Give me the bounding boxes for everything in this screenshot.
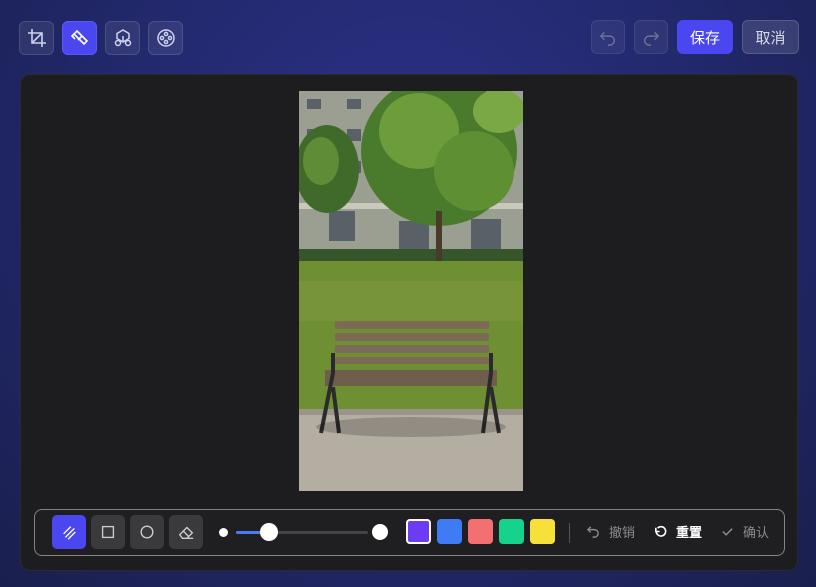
confirm-label: 确认 — [743, 526, 770, 541]
editor-toolbar — [19, 21, 183, 55]
color-swatch-3[interactable] — [468, 519, 493, 544]
save-button[interactable]: 保存 — [677, 20, 733, 54]
cancel-button[interactable]: 取消 — [742, 20, 799, 54]
color-swatch-5[interactable] — [530, 519, 555, 544]
color-swatch-1[interactable] — [406, 519, 431, 544]
draw-undo-button[interactable]: 撤销 — [586, 522, 635, 541]
brush-size-slider-thumb[interactable] — [260, 523, 278, 541]
header-actions: 保存 取消 — [591, 20, 799, 54]
draw-undo-label: 撤销 — [609, 526, 636, 541]
brush-tool-button[interactable] — [62, 21, 97, 55]
brush-size-max-indicator — [372, 524, 388, 540]
color-palette — [406, 519, 555, 544]
pen-tool-button[interactable] — [52, 515, 86, 549]
circle-tool-button[interactable] — [130, 515, 164, 549]
circle-icon — [140, 525, 154, 539]
filter-tool-button[interactable] — [148, 21, 183, 55]
mosaic-icon — [114, 29, 131, 47]
reset-icon — [655, 525, 667, 537]
crop-icon — [27, 29, 46, 47]
undo-icon — [599, 31, 616, 46]
brush-size-min-indicator — [219, 528, 228, 537]
draw-tools — [52, 515, 203, 549]
eraser-icon — [178, 526, 194, 539]
check-icon — [722, 528, 733, 536]
edited-photo[interactable] — [299, 91, 523, 491]
color-swatch-2[interactable] — [437, 519, 462, 544]
draw-toolbar: 撤销 重置 确认 — [34, 509, 785, 556]
rectangle-tool-button[interactable] — [91, 515, 125, 549]
confirm-button[interactable]: 确认 — [720, 522, 769, 541]
eraser-tool-button[interactable] — [169, 515, 203, 549]
editor-canvas[interactable]: 撤销 重置 确认 — [20, 74, 798, 571]
history-undo-button[interactable] — [591, 20, 625, 54]
filter-icon — [156, 29, 175, 47]
draw-actions: 撤销 重置 确认 — [586, 522, 769, 541]
color-swatch-4[interactable] — [499, 519, 524, 544]
brush-size-slider[interactable] — [236, 531, 368, 534]
redo-icon — [643, 31, 660, 46]
rectangle-icon — [101, 525, 115, 539]
undo-icon — [586, 526, 599, 538]
pen-icon — [63, 526, 76, 540]
reset-button[interactable]: 重置 — [653, 522, 702, 541]
toolbar-divider — [569, 523, 570, 543]
brush-icon — [70, 29, 88, 46]
crop-tool-button[interactable] — [19, 21, 54, 55]
mosaic-tool-button[interactable] — [105, 21, 140, 55]
reset-label: 重置 — [676, 526, 703, 541]
history-redo-button[interactable] — [634, 20, 668, 54]
